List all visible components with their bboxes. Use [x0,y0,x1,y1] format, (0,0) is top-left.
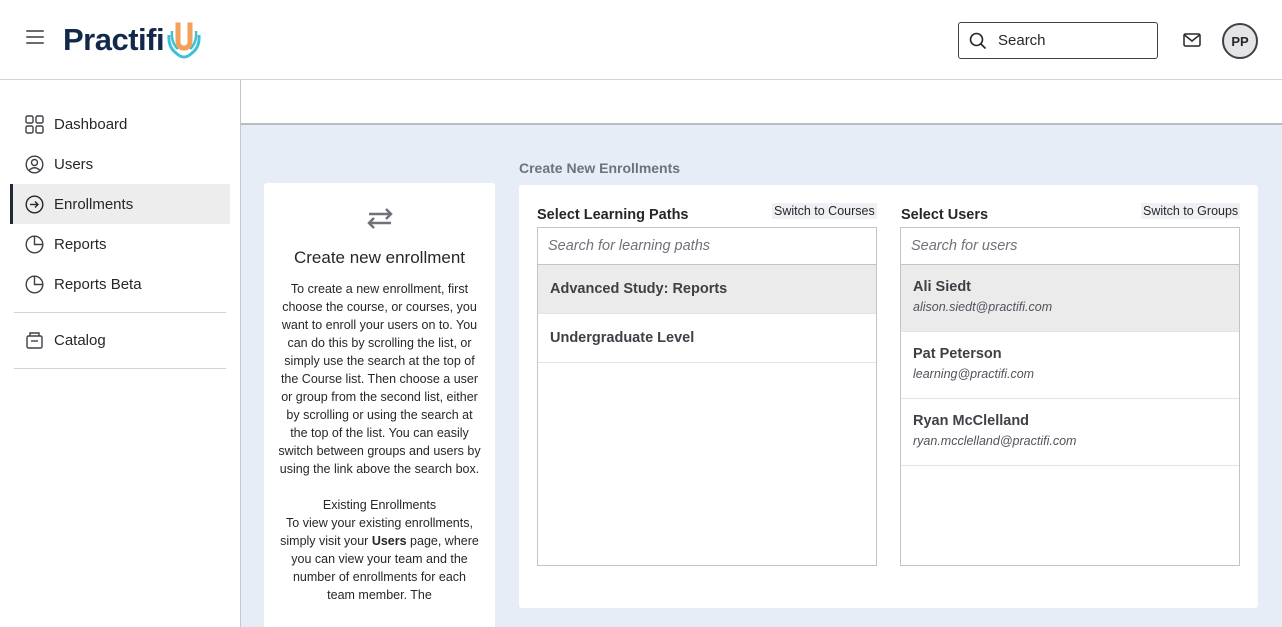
sidebar-item-label: Users [54,155,94,173]
list-item[interactable]: Undergraduate Level [538,314,876,363]
search-placeholder: Search [998,32,1046,49]
sidebar-item-users[interactable]: Users [10,144,230,184]
learning-paths-title: Select Learning Paths [537,207,689,223]
users-search-input[interactable]: Search for users [901,228,1239,265]
list-item[interactable]: Advanced Study: Reports [538,265,876,314]
switch-to-courses-link[interactable]: Switch to Courses [772,203,877,219]
info-body: To create a new enrollment, first choose… [278,282,481,476]
sidebar-item-reports-beta[interactable]: Reports Beta [10,264,230,304]
logo[interactable]: Practifi [63,18,202,62]
sidebar-item-label: Enrollments [54,195,134,213]
user-email: alison.siedt@practifi.com [913,300,1053,314]
content-header [241,80,1282,125]
existing-enrollments-body: To view your existing enrollments, simpl… [278,514,481,604]
search-icon [969,32,987,49]
user-name: Ryan McClelland [913,413,1030,429]
list-item[interactable]: Pat Peterson learning@practifi.com [901,332,1239,399]
users-list: Search for users Ali Siedt alison.siedt@… [900,227,1240,566]
sidebar-divider [14,368,226,369]
top-bar: Practifi Search PP [0,0,1282,80]
list-item[interactable]: Ryan McClelland ryan.mcclelland@practifi… [901,399,1239,466]
info-title: Create new enrollment [293,248,466,267]
hamburger-menu-icon[interactable] [26,30,44,48]
avatar[interactable]: PP [1222,23,1258,59]
user-email: learning@practifi.com [913,367,1035,381]
user-name: Ali Siedt [913,279,972,295]
grid-icon [24,114,44,134]
section-title: Create New Enrollments [519,160,681,176]
catalog-icon [24,330,44,350]
existing-enrollments-title: Existing Enrollments [322,498,437,512]
learning-paths-list: Search for learning paths Advanced Study… [537,227,877,566]
swap-arrows-icon [366,208,393,229]
user-email: ryan.mcclelland@practifi.com [913,434,1077,448]
user-name: Pat Peterson [913,346,1002,362]
logo-text: Practifi [63,22,165,57]
sidebar: Dashboard Users Enrollments Reports Repo… [0,80,241,627]
list-item[interactable]: Ali Siedt alison.siedt@practifi.com [901,265,1239,332]
user-icon [24,154,44,174]
pie-chart-icon [24,234,44,254]
info-panel: Create new enrollment To create a new en… [264,183,495,627]
enrollment-card: Select Learning Paths Switch to Courses … [519,185,1258,608]
sidebar-item-label: Catalog [54,331,106,349]
pie-chart-icon [24,274,44,294]
sidebar-item-dashboard[interactable]: Dashboard [10,104,230,144]
sidebar-item-label: Dashboard [54,115,128,133]
global-search-input[interactable]: Search [958,22,1158,59]
users-page-link[interactable]: Users [372,534,407,548]
sidebar-item-label: Reports [54,235,107,253]
sidebar-item-reports[interactable]: Reports [10,224,230,264]
sidebar-item-catalog[interactable]: Catalog [10,320,230,360]
sidebar-divider [14,312,226,313]
sidebar-item-label: Reports Beta [54,275,142,293]
logo-u-icon [167,22,201,59]
sidebar-item-enrollments[interactable]: Enrollments [10,184,230,224]
switch-to-groups-link[interactable]: Switch to Groups [1141,203,1241,219]
mail-icon[interactable] [1183,32,1201,48]
enroll-icon [24,194,44,214]
learning-paths-search-input[interactable]: Search for learning paths [538,228,876,265]
users-title: Select Users [901,207,989,223]
